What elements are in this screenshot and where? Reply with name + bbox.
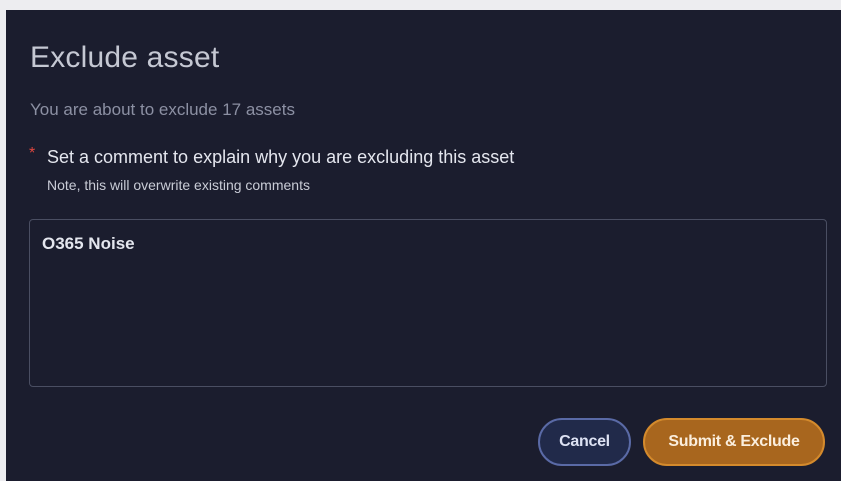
- dialog-subtitle: You are about to exclude 17 assets: [30, 100, 295, 119]
- dialog-title: Exclude asset: [30, 41, 220, 74]
- exclude-asset-dialog: Exclude asset You are about to exclude 1…: [6, 10, 841, 481]
- cancel-button[interactable]: Cancel: [538, 418, 631, 466]
- required-marker: *: [29, 145, 36, 162]
- comment-textarea[interactable]: O365 Noise: [29, 219, 827, 387]
- comment-label: Set a comment to explain why you are exc…: [47, 147, 515, 167]
- comment-note: Note, this will overwrite existing comme…: [47, 177, 310, 193]
- submit-exclude-button[interactable]: Submit & Exclude: [643, 418, 825, 466]
